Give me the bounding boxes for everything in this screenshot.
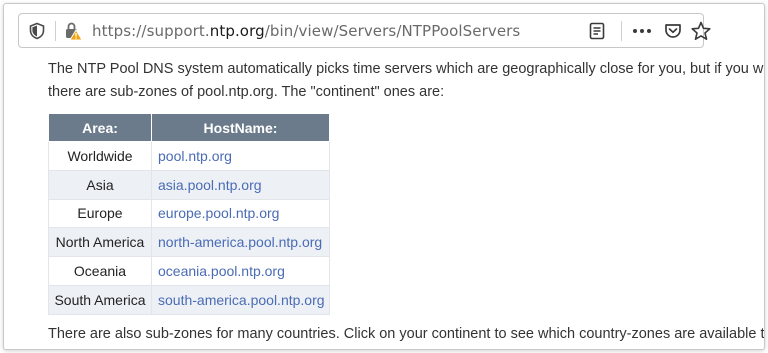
- area-cell: Oceania: [48, 256, 152, 286]
- hostname-link[interactable]: asia.pool.ntp.org: [151, 169, 330, 200]
- area-cell: Asia: [48, 169, 152, 200]
- hostname-link[interactable]: pool.ntp.org: [151, 141, 330, 171]
- page-content: The NTP Pool DNS system automatically pi…: [48, 58, 765, 104]
- table-row: South America south-america.pool.ntp.org: [48, 284, 330, 315]
- table-row: Asia asia.pool.ntp.org: [48, 169, 330, 200]
- url-domain: ntp.org: [209, 22, 265, 40]
- table-row: Europe europe.pool.ntp.org: [48, 198, 330, 229]
- intro-line-2: there are sub-zones of pool.ntp.org. The…: [48, 84, 445, 100]
- table-row: Oceania oceania.pool.ntp.org: [48, 256, 330, 286]
- table-row: Worldwide pool.ntp.org: [48, 141, 330, 171]
- hostname-link[interactable]: europe.pool.ntp.org: [151, 198, 330, 229]
- pocket-icon[interactable]: [663, 21, 683, 41]
- area-cell: North America: [48, 227, 152, 258]
- star-icon[interactable]: [690, 20, 712, 42]
- header-hostname: HostName:: [151, 113, 330, 142]
- separator: [55, 21, 56, 41]
- address-bar[interactable]: https://support.ntp.org/bin/view/Servers…: [18, 13, 711, 48]
- hostname-link[interactable]: north-america.pool.ntp.org: [151, 227, 330, 258]
- outro-text: There are also sub-zones for many countr…: [48, 326, 765, 342]
- shield-icon[interactable]: [28, 22, 46, 40]
- area-cell: South America: [48, 284, 152, 315]
- url-path: /bin/view/Servers/NTPPoolServers: [264, 22, 521, 40]
- url-text[interactable]: https://support.ntp.org/bin/view/Servers…: [92, 22, 520, 40]
- lock-warning-icon[interactable]: [63, 21, 83, 41]
- separator: [621, 21, 622, 41]
- area-cell: Europe: [48, 198, 152, 229]
- browser-window: https://support.ntp.org/bin/view/Servers…: [3, 3, 765, 350]
- area-cell: Worldwide: [48, 141, 152, 171]
- table-header-row: Area: HostName:: [48, 113, 330, 142]
- table-row: North America north-america.pool.ntp.org: [48, 227, 330, 258]
- url-prefix: https://support.: [92, 22, 210, 40]
- continent-zones-table: Area: HostName: Worldwide pool.ntp.org A…: [48, 113, 330, 315]
- intro-line-1: The NTP Pool DNS system automatically pi…: [48, 61, 765, 77]
- hostname-link[interactable]: south-america.pool.ntp.org: [151, 284, 330, 315]
- header-area: Area:: [48, 113, 152, 142]
- hostname-link[interactable]: oceania.pool.ntp.org: [151, 256, 330, 286]
- more-icon[interactable]: [631, 21, 653, 41]
- reader-view-icon[interactable]: [587, 21, 607, 41]
